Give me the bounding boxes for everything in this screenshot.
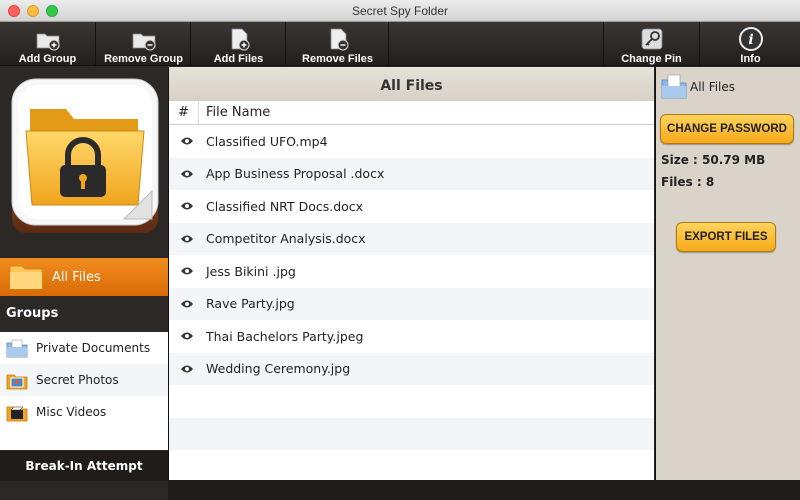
table-row[interactable]: Wedding Ceremony.jpg [169,352,654,385]
table-row[interactable]: Competitor Analysis.docx [169,222,654,255]
table-row[interactable]: Jess Bikini .jpg [169,255,654,288]
window-title: Secret Spy Folder [351,4,449,18]
details-title: All Files [660,73,735,101]
size-label: Size : 50.79 MB [661,153,766,167]
sidebar: All Files Groups Private Documents Secre… [0,67,168,500]
table-header: # File Name [169,101,654,125]
empty-row [169,417,654,450]
sidebar-item-secret-photos[interactable]: Secret Photos [0,364,168,396]
eye-icon[interactable] [169,266,205,276]
info-icon: i [738,27,763,51]
file-list-panel: All Files # File Name Classified UFO.mp4… [168,67,654,480]
change-password-button[interactable]: CHANGE PASSWORD [660,114,794,144]
groups-list: Private Documents Secret Photos Misc Vid… [0,332,168,450]
document-folder-icon [661,74,687,99]
eye-icon[interactable] [169,299,205,309]
add-file-icon [231,28,249,51]
eye-icon[interactable] [169,364,205,374]
add-group-button[interactable]: Add Group [0,22,96,66]
window-controls [8,5,58,17]
maximize-window-button[interactable] [46,5,58,17]
minimize-window-button[interactable] [27,5,39,17]
app-logo [0,67,168,257]
sidebar-item-private-documents[interactable]: Private Documents [0,332,168,364]
sidebar-item-misc-videos[interactable]: Misc Videos [0,396,168,428]
video-folder-icon [6,406,28,422]
remove-group-button[interactable]: Remove Group [97,22,191,66]
remove-files-button[interactable]: Remove Files [287,22,389,66]
change-pin-button[interactable]: Change Pin [604,22,700,66]
eye-icon[interactable] [169,136,205,146]
remove-group-icon [132,33,155,51]
photo-folder-icon [6,374,28,390]
table-row[interactable]: Rave Party.jpg [169,287,654,320]
table-row[interactable]: Thai Bachelors Party.jpeg [169,320,654,353]
groups-header: Groups [0,297,168,331]
table-row[interactable]: Classified UFO.mp4 [169,125,654,158]
key-pencil-icon [641,28,662,50]
close-window-button[interactable] [8,5,20,17]
title-bar: Secret Spy Folder [0,0,800,22]
eye-icon[interactable] [169,331,205,341]
remove-file-icon [330,28,348,51]
toolbar: Add Group Remove Group Add Files Remove … [0,22,800,66]
details-panel: All Files CHANGE PASSWORD Size : 50.79 M… [655,67,800,480]
panel-title: All Files [169,67,654,101]
files-count-label: Files : 8 [661,175,715,189]
eye-icon[interactable] [169,169,205,179]
table-row[interactable]: App Business Proposal .docx [169,157,654,190]
info-button[interactable]: i Info [701,22,800,66]
empty-row [169,385,654,418]
sidebar-item-all-files[interactable]: All Files [0,258,168,296]
column-number[interactable]: # [169,101,199,124]
table-row[interactable]: Classified NRT Docs.docx [169,190,654,223]
eye-icon[interactable] [169,201,205,211]
file-table-body: Classified UFO.mp4 App Business Proposal… [169,125,654,450]
status-bar [168,480,800,500]
locked-folder-icon [11,78,159,233]
eye-icon[interactable] [169,234,205,244]
folder-icon [9,265,43,290]
export-files-button[interactable]: EXPORT FILES [676,222,776,252]
column-file-name[interactable]: File Name [199,101,270,124]
break-in-attempt-button[interactable]: Break-In Attempt [0,451,168,481]
document-folder-icon [6,339,28,358]
add-group-icon [36,33,59,51]
add-files-button[interactable]: Add Files [192,22,286,66]
svg-text:i: i [748,32,753,48]
